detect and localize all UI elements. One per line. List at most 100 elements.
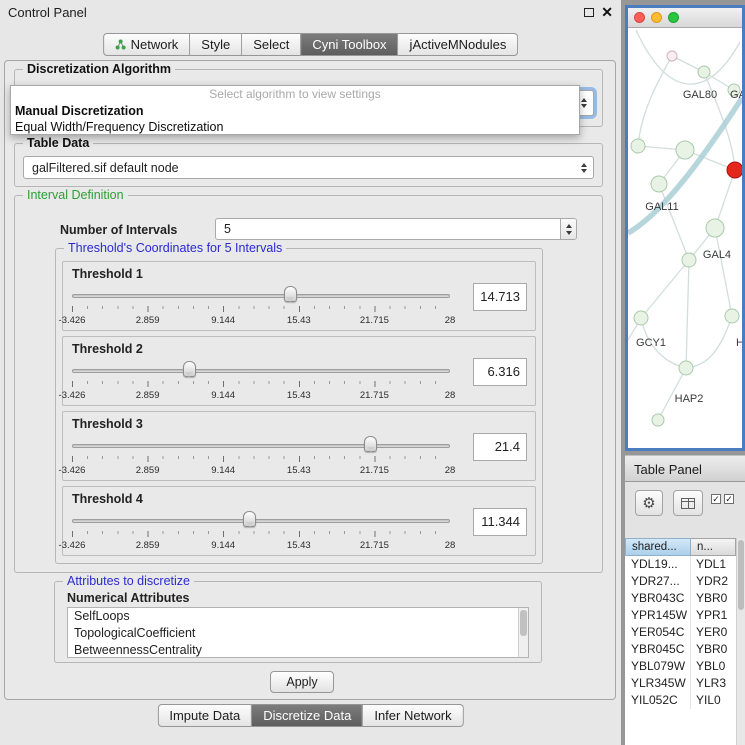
slider-thumb[interactable] bbox=[284, 286, 297, 302]
number-of-intervals-spinner[interactable]: 5 bbox=[215, 218, 577, 240]
close-icon[interactable]: ✕ bbox=[601, 4, 613, 21]
tab-infer-network[interactable]: Infer Network bbox=[363, 704, 463, 727]
selected-node[interactable] bbox=[727, 162, 742, 178]
table-row[interactable]: YLR345WYLR3 bbox=[625, 675, 736, 692]
scale-tick-label: 2.859 bbox=[136, 540, 160, 551]
spinner-stepper-icon[interactable] bbox=[560, 219, 576, 239]
check-glyph: ✓ bbox=[712, 494, 720, 504]
cell-shared-name[interactable]: YIL052C bbox=[625, 692, 691, 709]
tab-style[interactable]: Style bbox=[190, 33, 242, 56]
cell-name[interactable]: YIL0 bbox=[691, 692, 736, 709]
list-item[interactable]: BetweennessCentrality bbox=[68, 642, 528, 658]
cell-name[interactable]: YBL0 bbox=[691, 658, 736, 675]
scale-tick-label: -3.426 bbox=[59, 315, 86, 326]
column-selector-button[interactable] bbox=[673, 490, 703, 516]
cell-shared-name[interactable]: YBL079W bbox=[625, 658, 691, 675]
apply-button-label: Apply bbox=[286, 675, 317, 689]
node-labels: GAL80 GAL11 GAL4 GCY1 HAP2 GA H bbox=[636, 89, 742, 405]
slider-thumb[interactable] bbox=[183, 361, 196, 377]
tab-impute-data[interactable]: Impute Data bbox=[157, 704, 252, 727]
close-traffic-light-icon[interactable] bbox=[634, 12, 645, 23]
table-row[interactable]: YBR045CYBR0 bbox=[625, 641, 736, 658]
cell-name[interactable]: YDL1 bbox=[691, 556, 736, 573]
checkbox-icon[interactable]: ✓ bbox=[724, 494, 734, 504]
checkbox-icon[interactable]: ✓ bbox=[711, 494, 721, 504]
apply-button[interactable]: Apply bbox=[270, 671, 334, 693]
numerical-attributes-list[interactable]: SelfLoops TopologicalCoefficient Between… bbox=[67, 607, 529, 658]
node[interactable] bbox=[682, 253, 696, 267]
cell-shared-name[interactable]: YPR145W bbox=[625, 607, 691, 624]
table-data-value: galFiltered.sif default node bbox=[32, 161, 179, 175]
table-row[interactable]: YIL052CYIL0 bbox=[625, 692, 736, 709]
node[interactable] bbox=[634, 311, 648, 325]
node[interactable] bbox=[631, 139, 645, 153]
node[interactable] bbox=[652, 414, 664, 426]
column-header-shared-name[interactable]: shared... bbox=[625, 538, 691, 556]
node[interactable] bbox=[698, 66, 710, 78]
slider-thumb[interactable] bbox=[243, 511, 256, 527]
scale-tick-label: 28 bbox=[445, 315, 456, 326]
table-settings-button[interactable]: ⚙ bbox=[635, 490, 663, 516]
threshold-slider[interactable]: -3.426 2.859 9.144 15.43 21.715 28 bbox=[72, 511, 450, 555]
tab-discretize-data[interactable]: Discretize Data bbox=[252, 704, 363, 727]
cell-shared-name[interactable]: YBR045C bbox=[625, 641, 691, 658]
table-data-group: Table Data galFiltered.sif default node bbox=[14, 143, 603, 187]
list-item[interactable]: SelfLoops bbox=[68, 608, 528, 625]
table-row[interactable]: YDR27...YDR2 bbox=[625, 573, 736, 590]
dropdown-option-manual[interactable]: Manual Discretization bbox=[11, 103, 579, 119]
node[interactable] bbox=[651, 176, 667, 192]
scale-tick-label: -3.426 bbox=[59, 390, 86, 401]
column-header-name[interactable]: n... bbox=[691, 538, 736, 556]
table-row[interactable]: YER054CYER0 bbox=[625, 624, 736, 641]
cell-name[interactable]: YDR2 bbox=[691, 573, 736, 590]
cell-name[interactable]: YPR1 bbox=[691, 607, 736, 624]
threshold-label: Threshold 4 bbox=[72, 492, 143, 506]
scrollbar-thumb[interactable] bbox=[738, 540, 744, 610]
scrollbar-thumb[interactable] bbox=[520, 610, 527, 636]
slider-track bbox=[72, 294, 450, 298]
table-scrollbar[interactable] bbox=[736, 538, 745, 745]
cell-shared-name[interactable]: YDR27... bbox=[625, 573, 691, 590]
cell-name[interactable]: YLR3 bbox=[691, 675, 736, 692]
float-window-icon[interactable] bbox=[584, 8, 594, 17]
zoom-traffic-light-icon[interactable] bbox=[668, 12, 679, 23]
dropdown-option-equal-width[interactable]: Equal Width/Frequency Discretization bbox=[11, 119, 579, 135]
table-row[interactable]: YDL19...YDL1 bbox=[625, 556, 736, 573]
tab-jactivemnodules[interactable]: jActiveMNodules bbox=[399, 33, 519, 56]
threshold-value-field[interactable]: 11.344 bbox=[473, 508, 527, 536]
table-row[interactable]: YBR043CYBR0 bbox=[625, 590, 736, 607]
tab-cyni-toolbox[interactable]: Cyni Toolbox bbox=[301, 33, 398, 56]
table-row[interactable]: YPR145WYPR1 bbox=[625, 607, 736, 624]
threshold-value-field[interactable]: 6.316 bbox=[473, 358, 527, 386]
threshold-value-field[interactable]: 14.713 bbox=[473, 283, 527, 311]
list-scrollbar[interactable] bbox=[518, 608, 528, 657]
table-row[interactable]: YBL079WYBL0 bbox=[625, 658, 736, 675]
node[interactable] bbox=[667, 51, 677, 61]
slider-scale: -3.426 2.859 9.144 15.43 21.715 28 bbox=[72, 390, 450, 402]
table-panel: ⚙ ✓ ✓ shared... n... YDL19...YDL1 YDR27.… bbox=[625, 482, 745, 745]
cell-name[interactable]: YBR0 bbox=[691, 641, 736, 658]
threshold-slider[interactable]: -3.426 2.859 9.144 15.43 21.715 28 bbox=[72, 361, 450, 405]
node[interactable] bbox=[676, 141, 694, 159]
slider-thumb[interactable] bbox=[364, 436, 377, 452]
cell-shared-name[interactable]: YLR345W bbox=[625, 675, 691, 692]
threshold-slider[interactable]: -3.426 2.859 9.144 15.43 21.715 28 bbox=[72, 286, 450, 330]
cell-name[interactable]: YER0 bbox=[691, 624, 736, 641]
node[interactable] bbox=[679, 361, 693, 375]
network-canvas[interactable]: GAL80 GAL11 GAL4 GCY1 HAP2 GA H bbox=[628, 28, 742, 448]
threshold-slider[interactable]: -3.426 2.859 9.144 15.43 21.715 28 bbox=[72, 436, 450, 480]
tab-label: Cyni Toolbox bbox=[312, 37, 386, 52]
node[interactable] bbox=[706, 219, 724, 237]
threshold-panel: Threshold 4 -3.426 2.859 9.144 15.43 21.… bbox=[62, 486, 536, 556]
cell-shared-name[interactable]: YDL19... bbox=[625, 556, 691, 573]
node[interactable] bbox=[725, 309, 739, 323]
minimize-traffic-light-icon[interactable] bbox=[651, 12, 662, 23]
tab-network[interactable]: Network bbox=[103, 33, 191, 56]
cell-name[interactable]: YBR0 bbox=[691, 590, 736, 607]
tab-select[interactable]: Select bbox=[242, 33, 301, 56]
table-data-combobox[interactable]: galFiltered.sif default node bbox=[23, 156, 594, 179]
threshold-value-field[interactable]: 21.4 bbox=[473, 433, 527, 461]
cell-shared-name[interactable]: YBR043C bbox=[625, 590, 691, 607]
cell-shared-name[interactable]: YER054C bbox=[625, 624, 691, 641]
list-item[interactable]: TopologicalCoefficient bbox=[68, 625, 528, 642]
